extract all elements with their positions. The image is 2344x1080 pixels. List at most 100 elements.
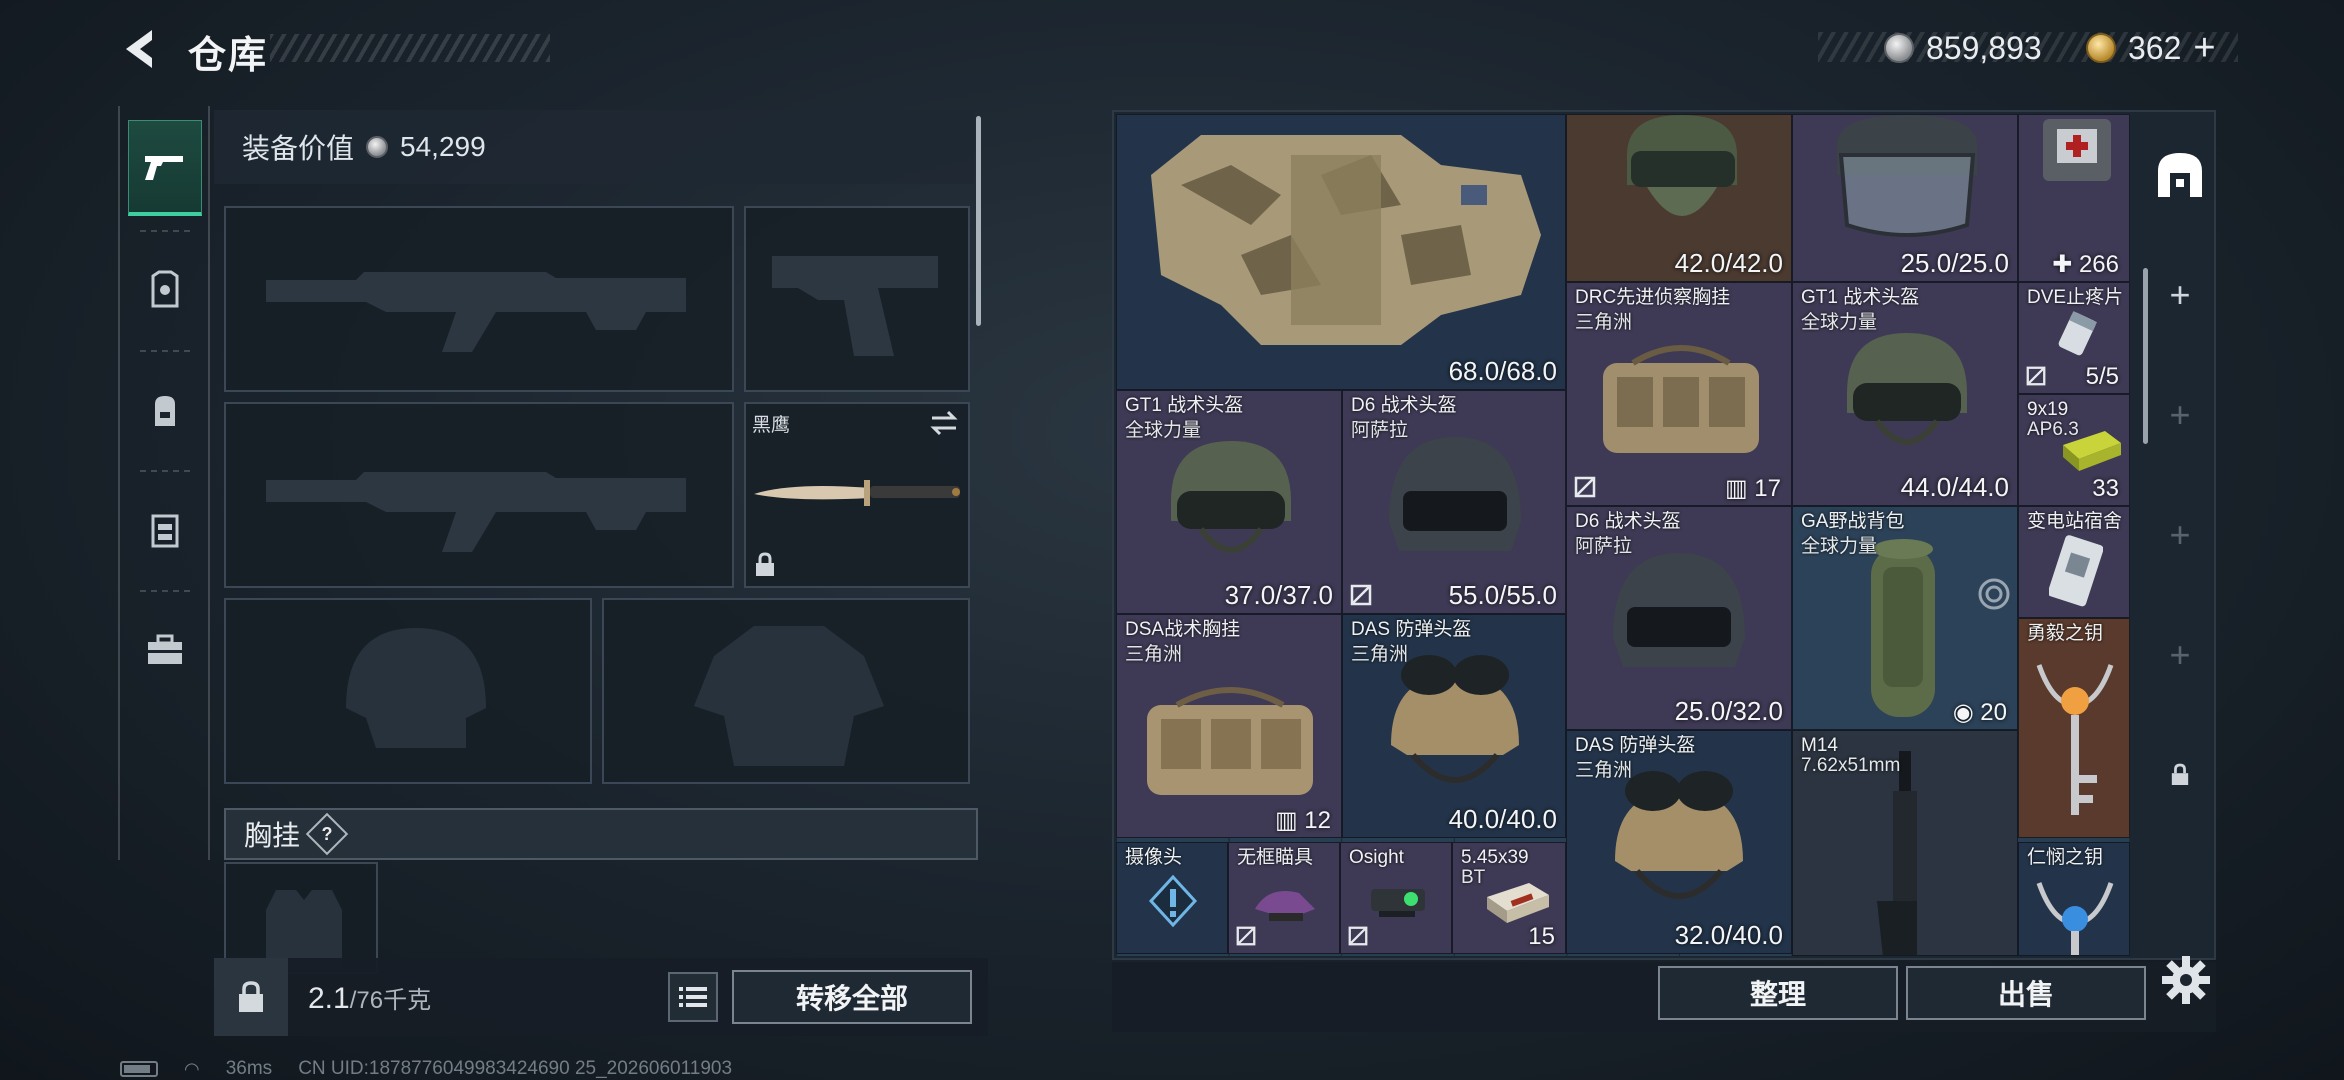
ammo-box-icon [1487,883,1549,923]
item-name: 5.45x39 [1461,847,1529,868]
inventory-item[interactable]: D6 战术头盔 阿萨拉 25.0/32.0 [1566,506,1792,730]
item-name: 勇毅之钥 [2027,623,2104,644]
inventory-item[interactable]: 68.0/68.0 [1116,114,1566,390]
chest-rig-header: 胸挂 ? [224,808,978,860]
storage-pages-column: + + + + [2146,114,2214,834]
silver-amount: 859,893 [1926,29,2042,66]
item-count-value: 20 [1980,699,2007,726]
inventory-item[interactable]: 无框瞄具 [1228,842,1340,954]
inventory-item[interactable]: 9x19 AP6.3 33 [2018,394,2130,506]
inventory-item[interactable]: DAS 防弹头盔 三角洲 32.0/40.0 [1566,730,1792,954]
equipment-panel: 装备价值 54,299 黑鹰 胸挂 ? [214,110,986,1030]
title-decoration [270,34,550,62]
rifle-slot-2[interactable] [224,402,734,588]
add-storage-page-button[interactable]: + [2146,490,2214,580]
page-title: 仓库 [188,35,269,77]
item-subtitle: 全球力量 [1801,536,1878,557]
inventory-item[interactable]: GT1 战术头盔 全球力量 37.0/37.0 [1116,390,1342,614]
chest-rig-icon [151,514,179,548]
inventory-actions-bar: 整理 出售 [1112,962,2216,1032]
helmet-icon [1847,333,1967,445]
item-count: ▥ 17 [1724,475,1781,502]
add-currency-button[interactable]: + [2193,27,2215,70]
inventory-item[interactable]: 25.0/25.0 [1792,114,2018,282]
back-arrow-icon[interactable] [118,26,160,72]
inventory-item[interactable]: GT1 战术头盔 全球力量 44.0/44.0 [1792,282,2018,506]
item-count: ◉ 20 [1952,699,2007,726]
item-name: 变电站宿舍 [2027,511,2123,532]
item-durability: 25.0/32.0 [1674,696,1783,726]
tab-backpack[interactable] [128,362,202,458]
swap-icon[interactable] [928,410,960,436]
item-subtitle: 7.62x51mm [1801,755,1901,776]
inventory-item[interactable]: GA野战背包 全球力量 ◉ 20 [1792,506,2018,730]
sort-button[interactable]: 整理 [1658,966,1898,1020]
battery-icon [120,1061,158,1077]
medkit-icon [2043,119,2111,181]
wifi-icon: ◠ [184,1058,200,1079]
item-count: 15 [1528,923,1555,950]
tab-weapons[interactable] [128,120,202,216]
key-icon [2036,664,2114,815]
chest-rig-icon [1147,687,1313,795]
pill-bottle-icon [2058,311,2097,356]
settings-gear-icon[interactable] [2160,954,2212,1006]
inventory-item[interactable]: DAS 防弹头盔 三角洲 40.0/40.0 [1342,614,1566,838]
weight-max: /76千克 [349,987,432,1014]
body-armor-slot[interactable] [602,598,970,784]
padlock-icon [239,981,263,1012]
inventory-item[interactable]: ✚ 266 [2018,114,2130,282]
untradeable-icon [1236,926,1256,946]
item-subtitle: 三角洲 [1575,312,1633,333]
item-subtitle: 三角洲 [1575,760,1633,781]
tab-divider [140,590,190,592]
melee-slot[interactable]: 黑鹰 [744,402,970,588]
inventory-item[interactable]: 变电站宿舍 [2018,506,2130,618]
add-storage-page-button[interactable]: + [2146,250,2214,340]
tab-chest-rig[interactable] [128,482,202,578]
helmet-slot[interactable] [224,598,592,784]
secondary-weapon-slot[interactable] [744,206,970,392]
d6-helmet-icon [1389,437,1521,551]
tab-divider [140,350,190,352]
tab-armor[interactable] [128,242,202,338]
gold-currency[interactable]: 362 + [2086,27,2216,70]
item-count: 5/5 [2085,363,2119,390]
inventory-item[interactable]: 摄像头 [1116,842,1228,954]
lock-button[interactable] [214,958,288,1036]
locked-storage-page[interactable] [2146,730,2214,820]
gold-coin-icon [2086,33,2116,63]
chest-rig-icon [1603,345,1759,453]
weight-bar: 2.1/76千克 转移全部 [214,958,988,1036]
uid-text: CN UID:1878776049983424690 25_2026060119… [298,1058,733,1079]
inventory-item[interactable]: 勇毅之钥 [2018,618,2130,838]
primary-weapon-slot[interactable] [224,206,734,392]
sell-button[interactable]: 出售 [1906,966,2146,1020]
inventory-item[interactable]: DRC先进侦察胸挂 三角洲 ▥ 17 [1566,282,1792,506]
untradeable-icon [1348,926,1368,946]
rifle-silhouette-icon [266,272,686,352]
inventory-item[interactable]: 5.45x39 BT 15 [1452,842,1566,954]
inventory-item[interactable]: Osight [1340,842,1452,954]
add-storage-page-button[interactable]: + [2146,610,2214,700]
inventory-item[interactable]: M14 7.62x51mm [1792,730,2018,956]
key-icon [2036,882,2114,955]
inventory-item[interactable]: D6 战术头盔 阿萨拉 55.0/55.0 [1342,390,1566,614]
inventory-item[interactable]: DSA战术胸挂 三角洲 ▥ 12 [1116,614,1342,838]
inventory-item[interactable]: 仁悯之钥 [2018,842,2130,956]
knife-icon [754,480,960,506]
inventory-item[interactable]: DVE止疼片 5/5 [2018,282,2130,394]
transfer-all-button[interactable]: 转移全部 [732,970,972,1024]
inventory-item[interactable]: 42.0/42.0 [1566,114,1792,282]
equipment-scrollbar[interactable] [976,116,981,326]
item-durability: 25.0/25.0 [1900,248,2009,278]
help-icon[interactable]: ? [305,812,349,856]
add-storage-page-button[interactable]: + [2146,370,2214,460]
target-marker-icon [1978,578,2010,610]
item-name: D6 战术头盔 [1351,395,1457,416]
equipment-value-bar: 装备价值 54,299 [214,110,974,184]
list-view-button[interactable] [668,972,718,1022]
tab-toolbox[interactable] [128,602,202,698]
storage-page-1[interactable] [2146,130,2214,220]
item-subtitle: 三角洲 [1351,644,1409,665]
